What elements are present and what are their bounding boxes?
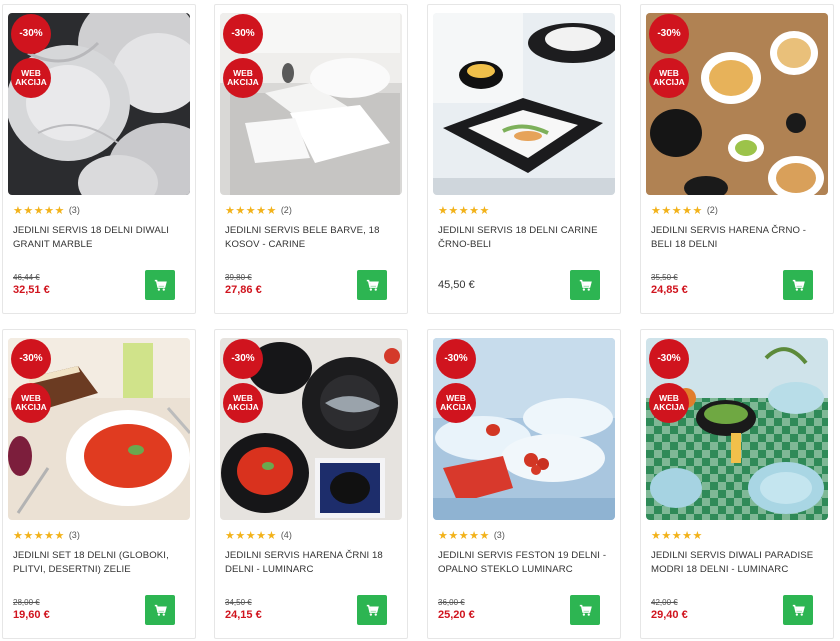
product-image[interactable] xyxy=(433,13,615,195)
shopping-cart-icon xyxy=(792,604,805,616)
add-to-cart-button[interactable] xyxy=(570,595,600,625)
shopping-cart-icon xyxy=(366,279,379,291)
rating: ★★★★★ (3) xyxy=(13,204,80,217)
rating: ★★★★★ xyxy=(438,204,494,217)
old-price: 35,50 € xyxy=(651,273,678,282)
shopping-cart-icon xyxy=(366,604,379,616)
sale-price: 29,40 € xyxy=(651,609,688,621)
sale-price: 24,15 € xyxy=(225,609,262,621)
star-icon: ★★★★★ xyxy=(13,204,65,217)
shopping-cart-icon xyxy=(579,279,592,291)
sale-price: 24,85 € xyxy=(651,284,688,296)
product-card[interactable]: -30% WEB AKCIJA ★★★★★ (3) JEDILNI SERVIS … xyxy=(427,329,621,639)
rating: ★★★★★ (3) xyxy=(438,529,505,542)
add-to-cart-button[interactable] xyxy=(145,270,175,300)
add-to-cart-button[interactable] xyxy=(570,270,600,300)
discount-badge: -30% xyxy=(11,339,51,379)
old-price: 28,00 € xyxy=(13,598,40,607)
product-card[interactable]: -30% WEB AKCIJA ★★★★★ (2) JEDILNI SERVIS … xyxy=(640,4,834,314)
sale-price: 32,51 € xyxy=(13,284,50,296)
rating: ★★★★★ (4) xyxy=(225,529,292,542)
discount-badge: -30% xyxy=(436,339,476,379)
product-card[interactable]: -30% WEB AKCIJA ★★★★★ JEDILNI SERVIS DIWA… xyxy=(640,329,834,639)
add-to-cart-button[interactable] xyxy=(357,595,387,625)
product-title[interactable]: JEDILNI SERVIS 18 DELNI CARINE ČRNO-BELI xyxy=(438,224,612,252)
rating: ★★★★★ (3) xyxy=(13,529,80,542)
discount-badge: -30% xyxy=(649,14,689,54)
add-to-cart-button[interactable] xyxy=(145,595,175,625)
product-title[interactable]: JEDILNI SERVIS 18 DELNI DIWALI GRANIT MA… xyxy=(13,224,187,252)
product-card[interactable]: -30% WEB AKCIJA ★★★★★ (3) JEDILNI SERVIS … xyxy=(2,4,196,314)
star-icon: ★★★★★ xyxy=(651,529,703,542)
old-price: 46,44 € xyxy=(13,273,40,282)
product-card[interactable]: ★★★★★ JEDILNI SERVIS 18 DELNI CARINE ČRN… xyxy=(427,4,621,314)
old-price: 39,80 € xyxy=(225,273,252,282)
sale-price: 19,60 € xyxy=(13,609,50,621)
review-count: (3) xyxy=(68,530,80,540)
shopping-cart-icon xyxy=(579,604,592,616)
price: 45,50 € xyxy=(438,279,475,291)
web-sale-badge: WEB AKCIJA xyxy=(649,383,689,423)
product-title[interactable]: JEDILNI SERVIS HARENA ČRNI 18 DELNI - LU… xyxy=(225,549,399,577)
shopping-cart-icon xyxy=(154,279,167,291)
review-count: (3) xyxy=(68,205,80,215)
rating: ★★★★★ xyxy=(651,529,707,542)
review-count: (2) xyxy=(706,205,718,215)
star-icon: ★★★★★ xyxy=(225,204,277,217)
product-title[interactable]: JEDILNI SERVIS BELE BARVE, 18 KOSOV - CA… xyxy=(225,224,399,252)
product-grid: -30% WEB AKCIJA ★★★★★ (3) JEDILNI SERVIS … xyxy=(0,0,840,641)
old-price: 36,00 € xyxy=(438,598,465,607)
review-count: (3) xyxy=(493,530,505,540)
sale-price: 27,86 € xyxy=(225,284,262,296)
product-title[interactable]: JEDILNI SET 18 DELNI (GLOBOKI, PLITVI, D… xyxy=(13,549,187,577)
sale-price: 25,20 € xyxy=(438,609,475,621)
star-icon: ★★★★★ xyxy=(225,529,277,542)
web-sale-badge: WEB AKCIJA xyxy=(223,383,263,423)
web-sale-badge: WEB AKCIJA xyxy=(223,58,263,98)
product-card[interactable]: -30% WEB AKCIJA ★★★★★ (2) JEDILNI SERVIS … xyxy=(214,4,408,314)
rating: ★★★★★ (2) xyxy=(225,204,292,217)
review-count: (2) xyxy=(280,205,292,215)
rating: ★★★★★ (2) xyxy=(651,204,718,217)
product-title[interactable]: JEDILNI SERVIS FESTON 19 DELNI - OPALNO … xyxy=(438,549,612,577)
old-price: 42,00 € xyxy=(651,598,678,607)
add-to-cart-button[interactable] xyxy=(783,595,813,625)
review-count: (4) xyxy=(280,530,292,540)
product-card[interactable]: -30% WEB AKCIJA ★★★★★ (3) JEDILNI SET 18 … xyxy=(2,329,196,639)
star-icon: ★★★★★ xyxy=(438,204,490,217)
web-sale-badge: WEB AKCIJA xyxy=(11,58,51,98)
web-sale-badge: WEB AKCIJA xyxy=(11,383,51,423)
discount-badge: -30% xyxy=(223,14,263,54)
star-icon: ★★★★★ xyxy=(438,529,490,542)
web-sale-badge: WEB AKCIJA xyxy=(436,383,476,423)
discount-badge: -30% xyxy=(11,14,51,54)
discount-badge: -30% xyxy=(649,339,689,379)
add-to-cart-button[interactable] xyxy=(357,270,387,300)
product-title[interactable]: JEDILNI SERVIS DIWALI PARADISE MODRI 18 … xyxy=(651,549,825,577)
old-price: 34,50 € xyxy=(225,598,252,607)
shopping-cart-icon xyxy=(154,604,167,616)
product-card[interactable]: -30% WEB AKCIJA ★★★★★ (4) JEDILNI SERVIS … xyxy=(214,329,408,639)
star-icon: ★★★★★ xyxy=(13,529,65,542)
star-icon: ★★★★★ xyxy=(651,204,703,217)
discount-badge: -30% xyxy=(223,339,263,379)
shopping-cart-icon xyxy=(792,279,805,291)
web-sale-badge: WEB AKCIJA xyxy=(649,58,689,98)
product-title[interactable]: JEDILNI SERVIS HARENA ČRNO - BELI 18 DEL… xyxy=(651,224,825,252)
add-to-cart-button[interactable] xyxy=(783,270,813,300)
